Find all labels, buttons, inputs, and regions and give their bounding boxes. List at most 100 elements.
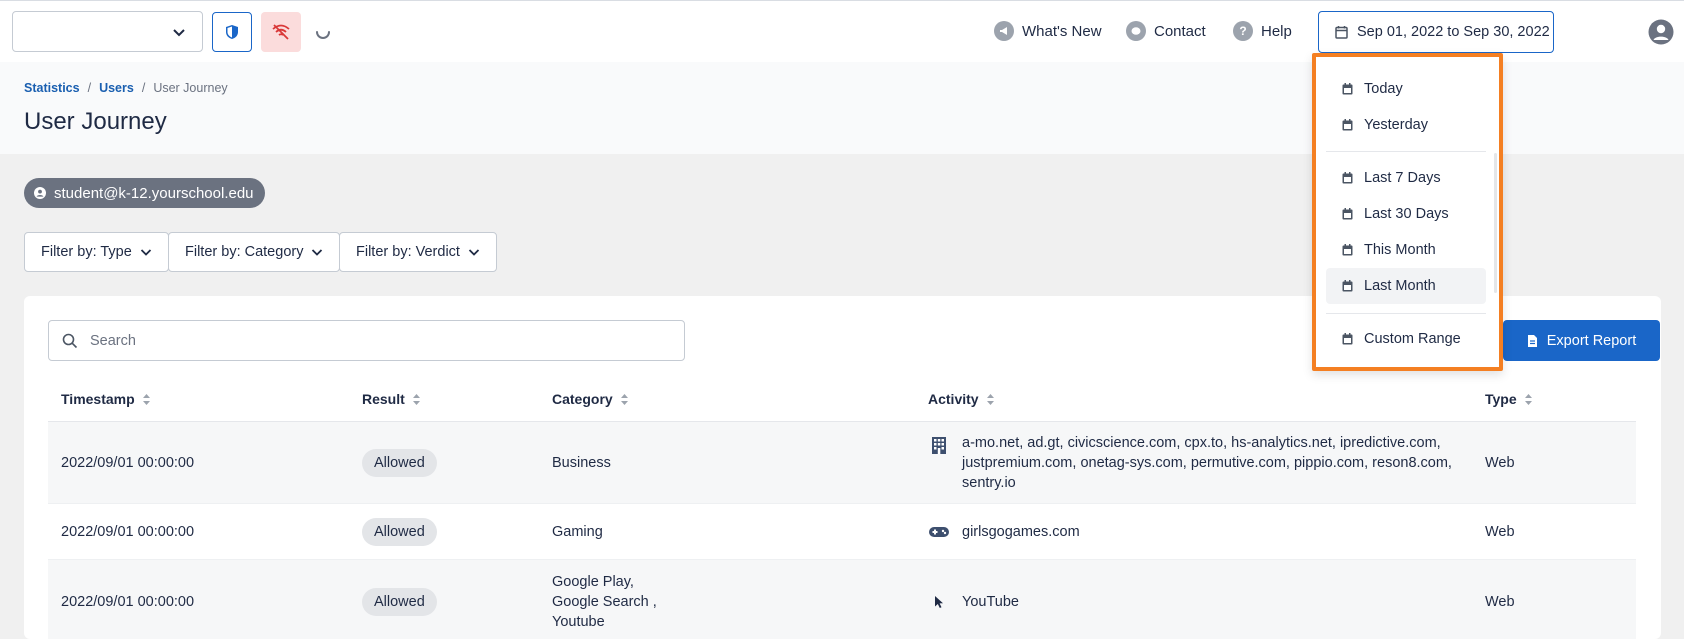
help-link[interactable]: ? Help xyxy=(1233,21,1292,41)
date-option-custom-range[interactable]: Custom Range xyxy=(1326,321,1486,357)
offline-status-button[interactable] xyxy=(261,12,301,52)
breadcrumb-statistics[interactable]: Statistics xyxy=(24,81,80,95)
category-line: Google Search , xyxy=(552,594,657,610)
export-report-label: Export Report xyxy=(1546,332,1637,349)
date-option-yesterday[interactable]: Yesterday xyxy=(1326,107,1486,143)
search-box[interactable] xyxy=(48,320,685,361)
column-header-label: Timestamp xyxy=(61,391,135,407)
date-option-last-7-days[interactable]: Last 7 Days xyxy=(1326,160,1486,196)
chevron-down-icon xyxy=(312,249,323,256)
date-range-button[interactable]: Sep 01, 2022 to Sep 30, 2022 xyxy=(1318,11,1554,53)
filter-verdict-button[interactable]: Filter by: Verdict xyxy=(339,232,497,272)
filter-type-button[interactable]: Filter by: Type xyxy=(24,232,169,272)
whats-new-link[interactable]: What's New xyxy=(994,21,1102,41)
activity-line: a-mo.net, ad.gt, civicscience.com, cpx.t… xyxy=(962,435,1441,451)
user-email-badge: student@k-12.yourschool.edu xyxy=(24,178,265,208)
activity-table: Timestamp Result Category Activity Type xyxy=(48,378,1636,639)
timestamp-cell: 2022/09/01 00:00:00 xyxy=(61,455,195,471)
user-avatar-icon[interactable] xyxy=(1648,19,1674,45)
type-cell: Web xyxy=(1485,594,1515,610)
contact-link[interactable]: Contact xyxy=(1126,21,1206,41)
date-option-label: Last 30 Days xyxy=(1364,206,1449,222)
organization-select[interactable] xyxy=(12,11,203,52)
date-range-label: Sep 01, 2022 to Sep 30, 2022 xyxy=(1357,24,1550,40)
filter-type-label: Filter by: Type xyxy=(41,244,132,260)
breadcrumb-separator: / xyxy=(141,81,146,95)
export-report-button[interactable]: Export Report xyxy=(1503,320,1660,361)
filter-category-button[interactable]: Filter by: Category xyxy=(168,232,341,272)
gamepad-icon xyxy=(928,521,950,543)
column-header-result[interactable]: Result xyxy=(362,391,421,407)
calendar-icon xyxy=(1342,119,1353,131)
calendar-icon xyxy=(1335,26,1348,39)
building-icon xyxy=(928,434,950,456)
sort-icon xyxy=(142,393,150,405)
chevron-down-icon xyxy=(173,29,185,37)
shield-icon xyxy=(226,25,238,39)
calendar-icon xyxy=(1342,280,1353,292)
category-cell: Business xyxy=(552,455,611,471)
date-option-last-month[interactable]: Last Month xyxy=(1326,268,1486,304)
column-header-label: Type xyxy=(1485,391,1517,407)
date-option-label: This Month xyxy=(1364,242,1436,258)
page-title: User Journey xyxy=(24,108,167,135)
column-header-label: Activity xyxy=(928,391,979,407)
protection-toggle-button[interactable] xyxy=(212,12,252,52)
sort-icon xyxy=(620,393,628,405)
cursor-icon xyxy=(928,591,950,613)
search-input[interactable] xyxy=(90,332,650,349)
table-row[interactable]: 2022/09/01 00:00:00 Allowed Business a-m… xyxy=(48,422,1636,504)
column-header-activity[interactable]: Activity xyxy=(928,391,995,407)
breadcrumb-separator: / xyxy=(87,81,92,95)
date-option-last-30-days[interactable]: Last 30 Days xyxy=(1326,196,1486,232)
calendar-icon xyxy=(1342,333,1353,345)
megaphone-icon xyxy=(994,21,1014,41)
activity-cell: YouTube xyxy=(962,594,1019,610)
table-row[interactable]: 2022/09/01 00:00:00 Allowed Gaming girls… xyxy=(48,504,1636,560)
calendar-icon xyxy=(1342,244,1353,256)
breadcrumb: Statistics / Users / User Journey xyxy=(24,81,228,95)
help-label: Help xyxy=(1261,22,1292,40)
result-badge: Allowed xyxy=(362,588,437,616)
whats-new-label: What's New xyxy=(1022,22,1102,40)
date-option-label: Last Month xyxy=(1364,278,1436,294)
search-icon xyxy=(62,333,78,348)
category-line: Youtube xyxy=(552,614,605,630)
wifi-off-icon xyxy=(272,24,290,40)
calendar-icon xyxy=(1342,172,1353,184)
category-line: Google Play, xyxy=(552,574,634,590)
user-email: student@k-12.yourschool.edu xyxy=(54,184,254,202)
dropdown-scrollbar[interactable] xyxy=(1494,153,1497,293)
breadcrumb-users[interactable]: Users xyxy=(99,81,134,95)
help-icon: ? xyxy=(1233,21,1253,41)
date-range-options: Today Yesterday Last 7 Days Last 30 Days… xyxy=(1316,57,1499,367)
result-badge: Allowed xyxy=(362,518,437,546)
breadcrumb-current: User Journey xyxy=(153,81,228,95)
chevron-down-icon xyxy=(468,249,480,256)
date-option-label: Today xyxy=(1364,81,1403,97)
dropdown-divider xyxy=(1326,313,1486,314)
date-range-dropdown: Today Yesterday Last 7 Days Last 30 Days… xyxy=(1312,53,1503,371)
timestamp-cell: 2022/09/01 00:00:00 xyxy=(61,594,195,610)
document-icon xyxy=(1527,334,1537,347)
date-option-today[interactable]: Today xyxy=(1326,71,1486,107)
table-header: Timestamp Result Category Activity Type xyxy=(48,378,1636,422)
column-header-category[interactable]: Category xyxy=(552,391,629,407)
activity-cell: girlsgogames.com xyxy=(962,524,1080,540)
chevron-down-icon xyxy=(140,249,151,256)
type-cell: Web xyxy=(1485,524,1515,540)
table-row[interactable]: 2022/09/01 00:00:00 Allowed Google Play,… xyxy=(48,560,1636,639)
date-option-this-month[interactable]: This Month xyxy=(1326,232,1486,268)
user-circle-icon xyxy=(34,187,46,199)
category-cell: Gaming xyxy=(552,524,603,540)
sort-icon xyxy=(412,393,420,405)
column-header-timestamp[interactable]: Timestamp xyxy=(61,391,151,407)
category-cell: Google Play, Google Search , Youtube xyxy=(552,572,657,632)
column-header-type[interactable]: Type xyxy=(1485,391,1533,407)
type-cell: Web xyxy=(1485,455,1515,471)
calendar-icon xyxy=(1342,83,1353,95)
column-header-label: Category xyxy=(552,391,613,407)
activity-cell: a-mo.net, ad.gt, civicscience.com, cpx.t… xyxy=(962,433,1452,493)
timestamp-cell: 2022/09/01 00:00:00 xyxy=(61,524,195,540)
filter-category-label: Filter by: Category xyxy=(185,244,304,260)
